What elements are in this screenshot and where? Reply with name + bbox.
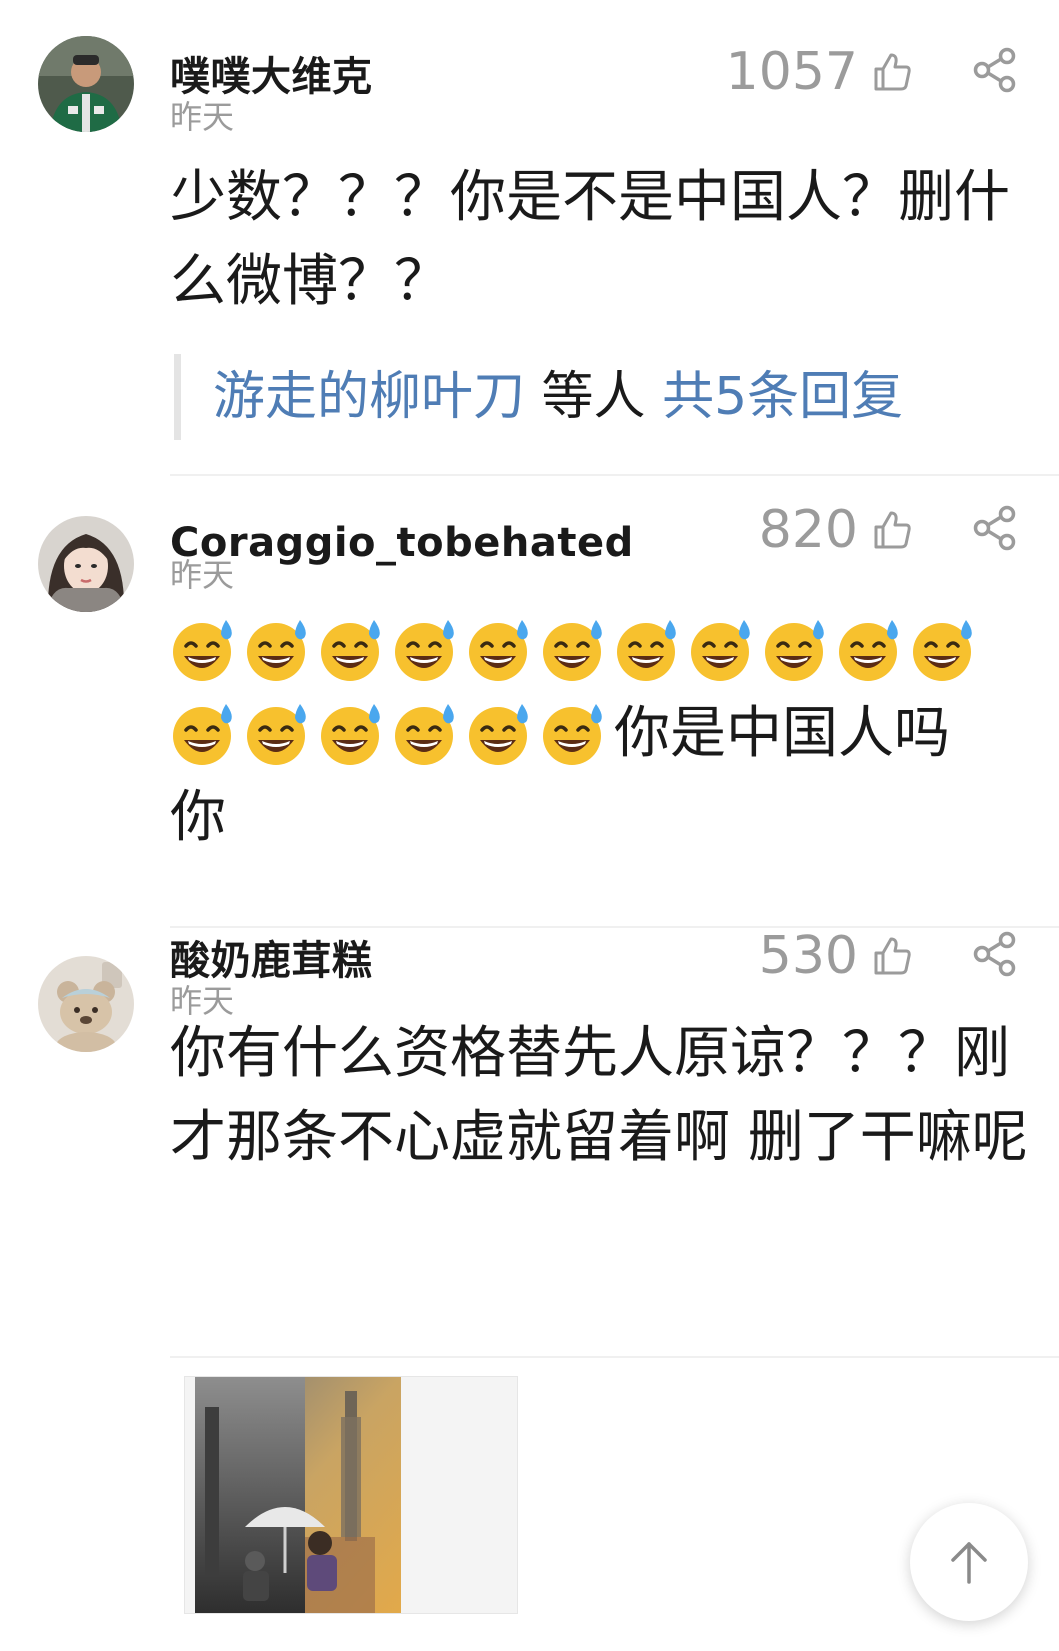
- sweat-smile-emoji: [321, 704, 380, 765]
- sweat-smile-emoji: [913, 620, 972, 681]
- sweat-smile-emoji: [765, 620, 824, 681]
- attachment-image: [195, 1377, 401, 1613]
- sweat-smile-emoji: [247, 620, 306, 681]
- timestamp: 昨天: [170, 98, 235, 136]
- sweat-smile-emoji: [469, 620, 528, 681]
- sweat-smile-emoji: [543, 704, 602, 765]
- scroll-top-button[interactable]: [910, 1503, 1028, 1621]
- username[interactable]: Coraggio_tobehated: [170, 520, 634, 566]
- comment-item: 酸奶鹿茸糕 昨天 530 你有什么资格替先人原谅？？？刚才那条不心虚就留着啊 删…: [0, 926, 1059, 1370]
- sweat-smile-emoji: [691, 620, 750, 681]
- share-icon[interactable]: [971, 504, 1019, 552]
- like-count: 1057: [725, 42, 858, 102]
- avatar[interactable]: [38, 956, 134, 1052]
- image-attachment[interactable]: [184, 1376, 518, 1614]
- divider: [170, 1356, 1059, 1358]
- sweat-smile-emoji: [321, 620, 380, 681]
- divider: [170, 474, 1059, 476]
- thumbs-up-icon: [874, 937, 911, 975]
- comment-text-tail: 你是中国人吗: [614, 701, 950, 766]
- comment-text: 少数？？？你是不是中国人？删什么微博？？: [170, 165, 1010, 314]
- comment-text-tail-wrap: 你: [170, 785, 226, 850]
- sweat-smile-emoji: [617, 620, 676, 681]
- reply-count-link[interactable]: 共5条回复: [662, 367, 903, 427]
- like-button[interactable]: 1057: [726, 42, 914, 102]
- arrow-up-icon: [951, 1542, 987, 1584]
- reply-connector: 等人: [525, 367, 663, 427]
- comment-item: Coraggio_tobehated 昨天 820 你是中国人吗 你: [0, 480, 1059, 940]
- timestamp: 昨天: [170, 556, 235, 594]
- comment-text: 你是中国人吗 你: [170, 608, 1030, 860]
- avatar[interactable]: [38, 516, 134, 612]
- sweat-smile-emoji: [543, 620, 602, 681]
- like-button[interactable]: 530: [759, 926, 914, 986]
- sweat-smile-emoji: [173, 620, 232, 681]
- avatar[interactable]: [38, 36, 134, 132]
- thumbs-up-icon: [874, 511, 911, 549]
- reply-users-link[interactable]: 游走的柳叶刀: [213, 367, 525, 427]
- sweat-smile-emoji: [839, 620, 898, 681]
- sweat-smile-emoji: [469, 704, 528, 765]
- like-button[interactable]: 820: [759, 500, 914, 560]
- comment-text: 你有什么资格替先人原谅？？？刚才那条不心虚就留着啊 删了干嘛呢: [170, 1021, 1028, 1170]
- share-icon[interactable]: [971, 46, 1019, 94]
- emoji-row: [170, 608, 1030, 692]
- like-count: 820: [758, 500, 858, 560]
- comment-item: 噗噗大维克 昨天 1057 少数？？？你是不是中国人？删什么微博？？ 游走的柳叶…: [0, 0, 1059, 480]
- emoji-row: 你是中国人吗: [170, 692, 1030, 776]
- thumbs-up-icon: [874, 53, 911, 91]
- share-icon[interactable]: [971, 930, 1019, 978]
- sweat-smile-emoji: [247, 704, 306, 765]
- sweat-smile-emoji: [395, 704, 454, 765]
- like-count: 530: [758, 926, 858, 986]
- sweat-smile-emoji: [395, 620, 454, 681]
- replies-preview[interactable]: 游走的柳叶刀 等人 共5条回复: [174, 354, 903, 440]
- sweat-smile-emoji: [173, 704, 232, 765]
